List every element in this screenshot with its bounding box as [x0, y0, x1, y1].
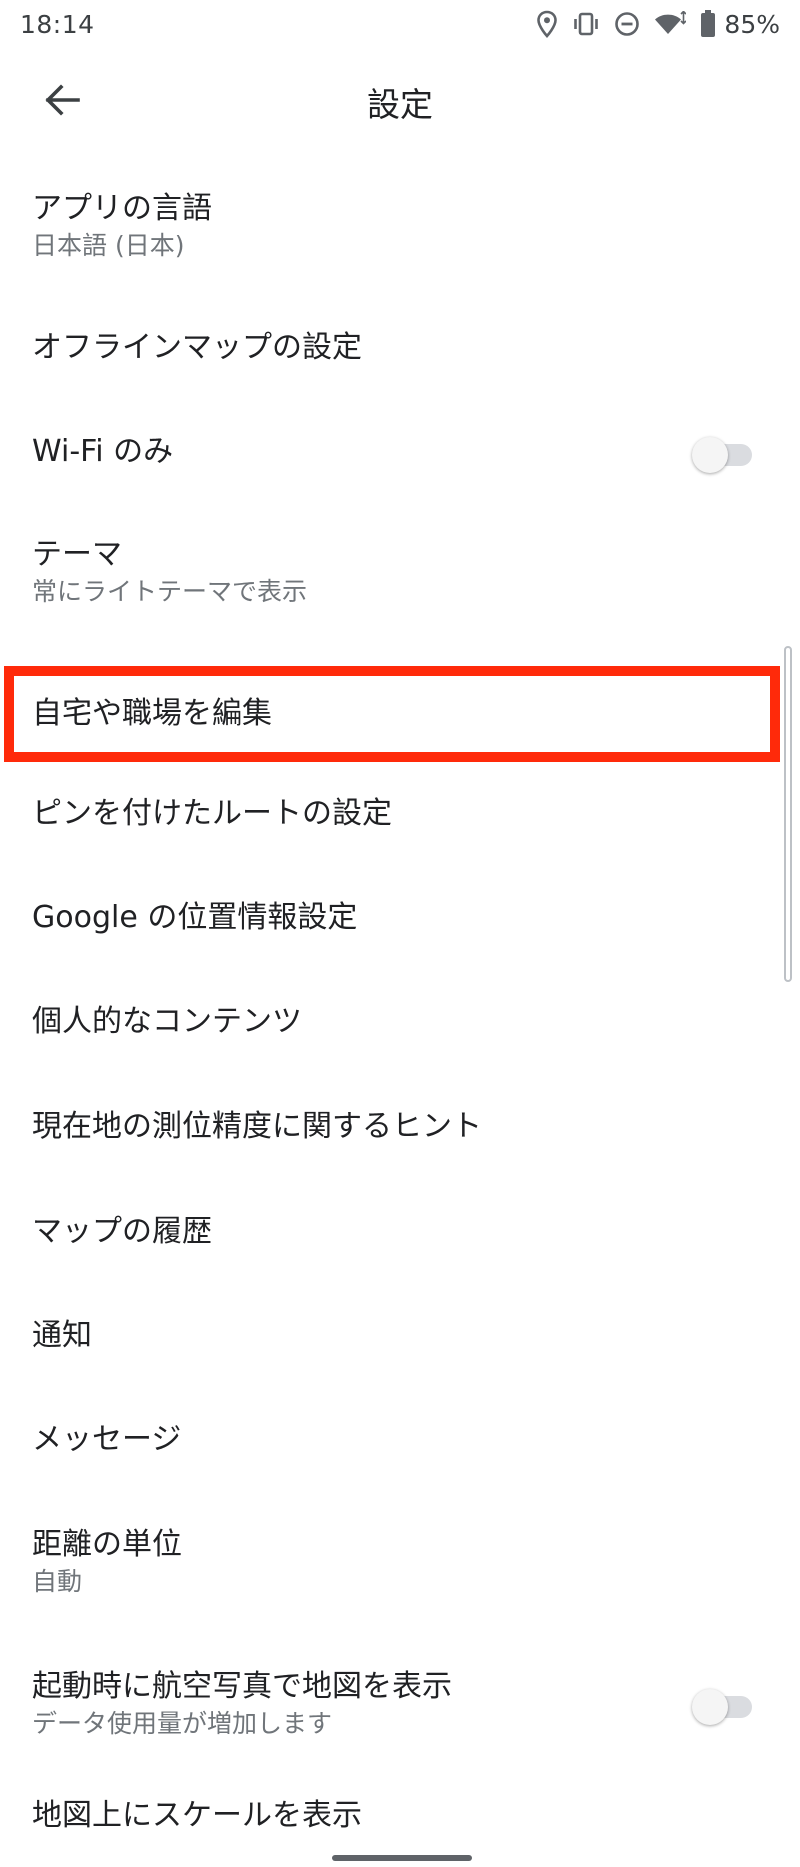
status-icons: 85%	[536, 10, 780, 39]
vibrate-icon	[572, 11, 600, 37]
start-satellite-toggle[interactable]	[692, 1687, 752, 1725]
status-time: 18:14	[20, 9, 95, 39]
app-bar: 設定	[0, 48, 800, 156]
setting-title: 通知	[32, 1318, 92, 1353]
location-icon	[536, 10, 558, 38]
setting-title: 距離の単位	[32, 1527, 182, 1562]
setting-title: オフラインマップの設定	[32, 330, 362, 365]
setting-theme[interactable]: テーマ 常にライトテーマで表示	[0, 504, 800, 640]
setting-title: 個人的なコンテンツ	[32, 1004, 302, 1039]
setting-title: 現在地の測位精度に関するヒント	[32, 1109, 482, 1144]
setting-notifications[interactable]: 通知	[0, 1284, 800, 1388]
gesture-nav-handle[interactable]	[332, 1855, 472, 1861]
setting-edit-home-work[interactable]: 自宅や職場を編集	[0, 666, 800, 762]
toggle-thumb	[692, 437, 728, 473]
setting-title: アプリの言語	[32, 191, 212, 226]
setting-maps-history[interactable]: マップの履歴	[0, 1180, 800, 1284]
setting-pinned-routes[interactable]: ピンを付けたルートの設定	[0, 762, 800, 866]
setting-wifi-only[interactable]: Wi-Fi のみ	[0, 400, 800, 504]
setting-title: Wi-Fi のみ	[32, 434, 174, 469]
setting-personal-content[interactable]: 個人的なコンテンツ	[0, 970, 800, 1074]
setting-title: 自宅や職場を編集	[32, 696, 272, 731]
page-title: 設定	[367, 85, 433, 124]
setting-title: Google の位置情報設定	[32, 900, 358, 935]
setting-title: 起動時に航空写真で地図を表示	[32, 1669, 452, 1704]
wifi-icon	[654, 11, 687, 37]
setting-messages[interactable]: メッセージ	[0, 1388, 800, 1492]
toggle-thumb	[692, 1689, 728, 1725]
status-bar: 18:14 85%	[0, 0, 800, 48]
setting-google-location[interactable]: Google の位置情報設定	[0, 866, 800, 970]
setting-app-language[interactable]: アプリの言語 日本語 (日本)	[0, 156, 800, 296]
scrollbar[interactable]	[784, 646, 792, 982]
setting-offline-maps[interactable]: オフラインマップの設定	[0, 296, 800, 400]
battery-icon	[700, 10, 716, 38]
setting-distance-units[interactable]: 距離の単位 自動	[0, 1492, 800, 1632]
setting-title: ピンを付けたルートの設定	[32, 796, 392, 831]
battery-percent: 85%	[724, 9, 780, 39]
setting-show-scale[interactable]: 地図上にスケールを表示	[0, 1776, 800, 1856]
wifi-only-toggle[interactable]	[692, 435, 752, 473]
setting-title: メッセージ	[32, 1422, 182, 1457]
setting-subtitle: データ使用量が増加します	[32, 1709, 333, 1738]
setting-title: マップの履歴	[32, 1214, 212, 1249]
setting-subtitle: 自動	[32, 1567, 83, 1596]
setting-title: テーマ	[32, 537, 122, 572]
setting-subtitle: 日本語 (日本)	[32, 231, 185, 260]
setting-subtitle: 常にライトテーマで表示	[32, 577, 308, 606]
setting-start-satellite[interactable]: 起動時に航空写真で地図を表示 データ使用量が増加します	[0, 1632, 800, 1776]
setting-location-accuracy-tips[interactable]: 現在地の測位精度に関するヒント	[0, 1074, 800, 1180]
setting-title: 地図上にスケールを表示	[32, 1798, 362, 1833]
do-not-disturb-icon	[614, 11, 640, 37]
